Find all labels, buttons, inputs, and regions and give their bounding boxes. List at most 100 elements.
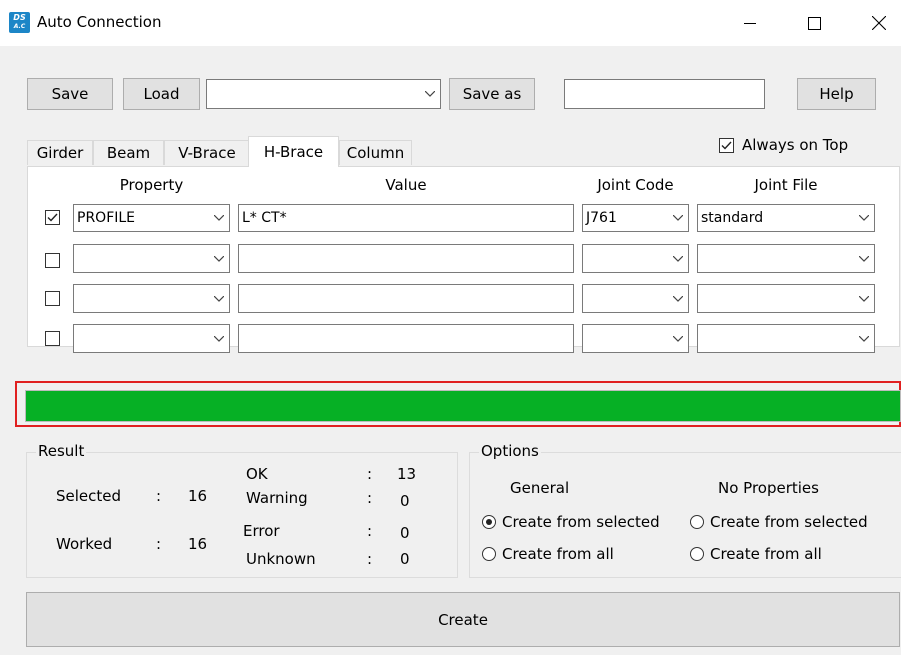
- general-create-from-all-label: Create from all: [502, 545, 614, 563]
- column-header-joint-code: Joint Code: [597, 176, 674, 194]
- tab-beam[interactable]: Beam: [93, 140, 164, 165]
- colon: :: [156, 535, 162, 553]
- property-dropdown[interactable]: [73, 324, 230, 353]
- chevron-down-icon: [211, 245, 227, 272]
- chevron-down-icon: [211, 285, 227, 312]
- warning-value: 0: [400, 492, 410, 510]
- colon: :: [367, 550, 373, 568]
- colon: :: [156, 487, 162, 505]
- tab-h-brace[interactable]: H-Brace: [248, 136, 339, 167]
- chevron-down-icon: [670, 325, 686, 352]
- property-dropdown[interactable]: [73, 284, 230, 313]
- colon: :: [367, 522, 373, 540]
- no-properties-label: No Properties: [718, 479, 819, 497]
- unknown-label: Unknown: [246, 550, 316, 568]
- value-input[interactable]: [238, 244, 574, 273]
- chevron-down-icon: [856, 285, 872, 312]
- ok-label: OK: [246, 465, 268, 483]
- result-groupbox: [26, 452, 458, 578]
- property-dropdown[interactable]: [73, 244, 230, 273]
- always-on-top-checkbox[interactable]: [719, 137, 734, 153]
- joint-file-dropdown[interactable]: standard: [697, 204, 875, 232]
- warning-label: Warning: [246, 489, 308, 507]
- progress-bar: [25, 390, 901, 422]
- no-properties-create-from-all-option[interactable]: Create from all: [690, 545, 822, 563]
- selected-label: Selected: [56, 487, 122, 505]
- unknown-value: 0: [400, 550, 410, 568]
- app-icon-text-top: DS: [13, 13, 26, 22]
- joint-code-dropdown[interactable]: [582, 284, 689, 313]
- chevron-down-icon: [211, 325, 227, 352]
- progress-fill: [26, 391, 900, 421]
- value-input[interactable]: [238, 284, 574, 313]
- row-enable-checkbox[interactable]: [45, 210, 60, 225]
- no-properties-create-from-selected-option[interactable]: Create from selected: [690, 513, 868, 531]
- tab-v-brace[interactable]: V-Brace: [164, 140, 250, 165]
- chevron-down-icon: [856, 205, 872, 231]
- create-button[interactable]: Create: [26, 592, 900, 647]
- joint-file-dropdown-value: standard: [701, 210, 764, 226]
- joint-code-dropdown-value: J761: [586, 210, 617, 226]
- column-header-value: Value: [385, 176, 427, 194]
- joint-code-dropdown[interactable]: [582, 244, 689, 273]
- preset-dropdown[interactable]: [206, 79, 441, 109]
- chevron-down-icon: [856, 325, 872, 352]
- close-icon: [872, 16, 886, 30]
- maximize-button[interactable]: [791, 0, 837, 46]
- radio-button[interactable]: [690, 547, 704, 561]
- row-enable-checkbox[interactable]: [45, 291, 60, 306]
- check-icon: [47, 213, 58, 222]
- chevron-down-icon: [670, 245, 686, 272]
- check-icon: [721, 141, 732, 150]
- general-label: General: [510, 479, 570, 497]
- ok-value: 13: [397, 465, 417, 483]
- chevron-down-icon: [856, 245, 872, 272]
- maximize-icon: [807, 16, 821, 30]
- minimize-icon: [744, 23, 756, 24]
- selected-value: 16: [188, 487, 208, 505]
- property-dropdown-value: PROFILE: [77, 210, 136, 226]
- tab-column[interactable]: Column: [339, 140, 412, 165]
- row-enable-checkbox[interactable]: [45, 253, 60, 268]
- no-properties-create-from-all-label: Create from all: [710, 545, 822, 563]
- radio-button[interactable]: [482, 515, 496, 529]
- value-input[interactable]: L* CT*: [238, 204, 574, 232]
- joint-file-dropdown[interactable]: [697, 284, 875, 313]
- property-dropdown[interactable]: PROFILE: [73, 204, 230, 232]
- close-button[interactable]: [856, 0, 901, 46]
- worked-label: Worked: [56, 535, 113, 553]
- radio-button[interactable]: [482, 547, 496, 561]
- chevron-down-icon: [670, 285, 686, 312]
- always-on-top-toggle[interactable]: Always on Top: [719, 136, 848, 154]
- error-label: Error: [243, 522, 280, 540]
- chevron-down-icon: [670, 205, 686, 231]
- chevron-down-icon: [422, 80, 438, 108]
- load-button[interactable]: Load: [123, 78, 200, 110]
- joint-file-dropdown[interactable]: [697, 244, 875, 273]
- colon: :: [367, 489, 373, 507]
- always-on-top-label: Always on Top: [742, 136, 849, 154]
- save-as-button[interactable]: Save as: [449, 78, 535, 110]
- general-create-from-all-option[interactable]: Create from all: [482, 545, 614, 563]
- worked-value: 16: [188, 535, 208, 553]
- tab-girder[interactable]: Girder: [27, 140, 93, 165]
- general-create-from-selected-option[interactable]: Create from selected: [482, 513, 660, 531]
- joint-file-dropdown[interactable]: [697, 324, 875, 353]
- colon: :: [367, 465, 373, 483]
- save-button[interactable]: Save: [27, 78, 113, 110]
- joint-code-dropdown[interactable]: [582, 324, 689, 353]
- no-properties-create-from-selected-label: Create from selected: [710, 513, 868, 531]
- joint-code-dropdown[interactable]: J761: [582, 204, 689, 232]
- save-as-name-input[interactable]: [564, 79, 765, 109]
- window-title: Auto Connection: [37, 13, 162, 31]
- radio-button[interactable]: [690, 515, 704, 529]
- value-input[interactable]: [238, 324, 574, 353]
- help-button[interactable]: Help: [797, 78, 876, 110]
- general-create-from-selected-label: Create from selected: [502, 513, 660, 531]
- minimize-button[interactable]: [727, 0, 773, 46]
- error-value: 0: [400, 524, 410, 542]
- column-header-joint-file: Joint File: [754, 176, 818, 194]
- options-title: Options: [479, 442, 541, 460]
- row-enable-checkbox[interactable]: [45, 331, 60, 346]
- column-header-property: Property: [119, 176, 184, 194]
